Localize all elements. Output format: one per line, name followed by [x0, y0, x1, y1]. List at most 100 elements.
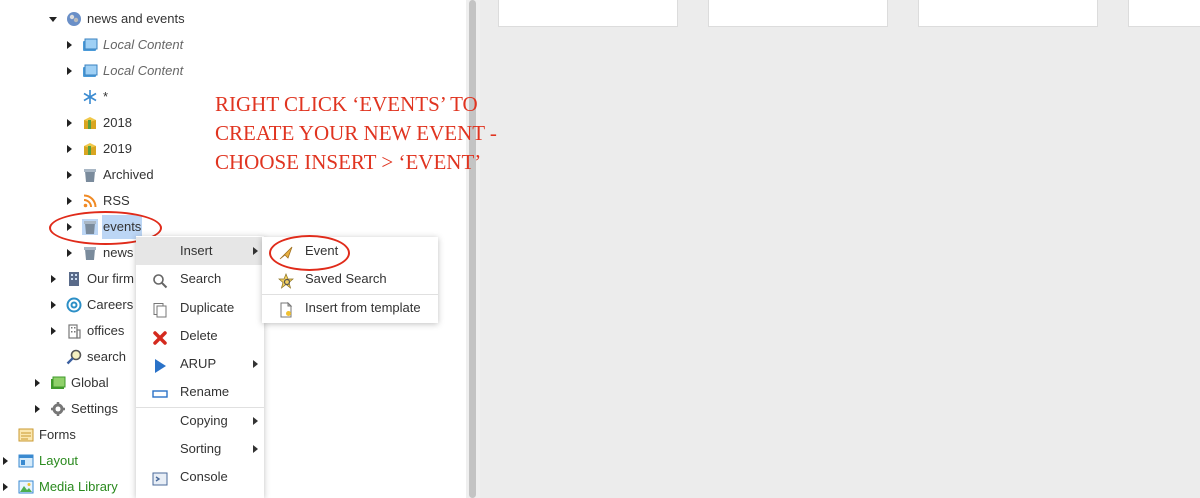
menu-item-label: Search: [180, 271, 222, 286]
content-card[interactable]: [708, 0, 888, 27]
expand-arrow-icon[interactable]: [35, 405, 40, 413]
expand-arrow-icon[interactable]: [3, 457, 8, 465]
submenu-arrow-icon: [253, 247, 258, 255]
duplicate-icon: [152, 300, 168, 318]
expand-arrow-icon[interactable]: [51, 275, 56, 283]
globe-people-icon: [66, 11, 82, 27]
menu-item-duplicate[interactable]: Duplicate: [136, 294, 264, 322]
news-bin-icon: [82, 245, 98, 261]
menu-item-search[interactable]: Search: [136, 265, 264, 293]
green-folder-icon: [50, 375, 66, 391]
menu-item-saved-search[interactable]: Saved Search: [262, 265, 438, 293]
tree-label: Local Content: [103, 63, 184, 78]
tree-label: 2018: [103, 115, 132, 130]
menu-item-label: Copying: [180, 413, 228, 428]
search-icon: [152, 271, 168, 289]
tree-node-news-and-events[interactable]: news and events: [0, 7, 460, 31]
tree-label: offices: [87, 323, 125, 338]
tree-label: Settings: [71, 401, 118, 416]
menu-item-label: Delete: [180, 328, 218, 343]
menu-item-label: Insert from template: [305, 300, 421, 315]
tree-label: 2019: [103, 141, 132, 156]
annotation-line: RIGHT CLICK ‘EVENTS’ TO: [215, 92, 478, 116]
content-card[interactable]: [918, 0, 1098, 27]
picture-icon: [18, 479, 34, 495]
tree-node-local-content[interactable]: Local Content: [0, 33, 460, 57]
tree-label: Local Content: [103, 37, 184, 52]
menu-item-arup[interactable]: ARUP: [136, 350, 264, 378]
menu-item-label: Console: [180, 469, 228, 484]
expand-arrow-icon[interactable]: [67, 145, 72, 153]
menu-item-insert[interactable]: Insert: [136, 237, 264, 265]
snowflake-icon: [82, 89, 98, 105]
rename-icon: [152, 384, 168, 400]
console-icon: [152, 469, 168, 486]
tree-label: Layout: [39, 453, 79, 468]
tree-scrollbar[interactable]: [466, 0, 480, 498]
expand-arrow-icon[interactable]: [35, 379, 40, 387]
menu-item-console[interactable]: Console: [136, 463, 264, 491]
gear-icon: [50, 401, 66, 417]
folder-link-icon: [82, 37, 98, 53]
context-menu: Insert Search Duplicate Delete ARUP Rena…: [136, 236, 264, 498]
menu-item-delete[interactable]: Delete: [136, 322, 264, 350]
expand-arrow-icon[interactable]: [67, 41, 72, 49]
tree-label: news and events: [87, 11, 185, 26]
submenu-arrow-icon: [253, 445, 258, 453]
expand-arrow-icon[interactable]: [67, 249, 72, 257]
delete-x-icon: [152, 328, 168, 345]
tree-label: search: [87, 349, 127, 364]
expand-arrow-icon[interactable]: [3, 483, 8, 491]
menu-item-label: ARUP: [180, 356, 217, 371]
content-area: [480, 0, 1200, 498]
news-bin-icon: [82, 167, 98, 183]
instruction-annotation: RIGHT CLICK ‘EVENTS’ TO CREATE YOUR NEW …: [215, 90, 555, 177]
expand-arrow-icon[interactable]: [51, 327, 56, 335]
highlight-circle-event: [269, 235, 350, 271]
tree-label: Forms: [39, 427, 76, 442]
annotation-line: CHOOSE INSERT > ‘EVENT’: [215, 150, 482, 174]
box-icon: [82, 141, 98, 157]
form-icon: [18, 427, 34, 443]
rss-icon: [82, 193, 98, 209]
layout-icon: [18, 453, 34, 469]
office-building-icon: [66, 323, 82, 339]
tree-label: RSS: [103, 193, 130, 208]
content-card[interactable]: [498, 0, 678, 27]
magnifier-icon: [66, 349, 82, 365]
play-icon: [152, 356, 168, 373]
expand-arrow-icon[interactable]: [67, 67, 72, 75]
content-card[interactable]: [1128, 0, 1200, 27]
scrollbar-thumb[interactable]: [469, 0, 476, 498]
box-icon: [82, 115, 98, 131]
template-icon: [278, 300, 294, 318]
menu-item-label: Rename: [180, 384, 230, 399]
tree-label: Archived: [103, 167, 154, 182]
tree-label: Our firm: [87, 271, 134, 286]
menu-item-label: Sorting: [180, 441, 222, 456]
tree-label: Media Library: [39, 479, 118, 494]
expand-arrow-icon[interactable]: [67, 171, 72, 179]
expand-arrow-icon[interactable]: [67, 119, 72, 127]
at-sign-icon: [66, 297, 82, 313]
menu-item-insert-from-template[interactable]: Insert from template: [262, 294, 438, 322]
submenu-arrow-icon: [253, 417, 258, 425]
menu-item-rename[interactable]: Rename: [136, 378, 264, 406]
collapse-arrow-icon[interactable]: [49, 17, 57, 22]
expand-arrow-icon[interactable]: [67, 197, 72, 205]
menu-item-label: Insert: [180, 243, 213, 258]
building-icon: [66, 271, 82, 287]
saved-search-icon: [278, 271, 294, 289]
tree-label: *: [103, 89, 109, 104]
tree-label: Careers: [87, 297, 134, 312]
menu-item-label: Duplicate: [180, 300, 235, 315]
menu-item-copying[interactable]: Copying: [136, 407, 264, 435]
submenu-arrow-icon: [253, 360, 258, 368]
tree-node-local-content[interactable]: Local Content: [0, 59, 460, 83]
annotation-line: CREATE YOUR NEW EVENT -: [215, 121, 497, 145]
folder-link-icon: [82, 63, 98, 79]
tree-node-rss[interactable]: RSS: [0, 189, 460, 213]
tree-label: Global: [71, 375, 109, 390]
expand-arrow-icon[interactable]: [51, 301, 56, 309]
menu-item-sorting[interactable]: Sorting: [136, 435, 264, 463]
